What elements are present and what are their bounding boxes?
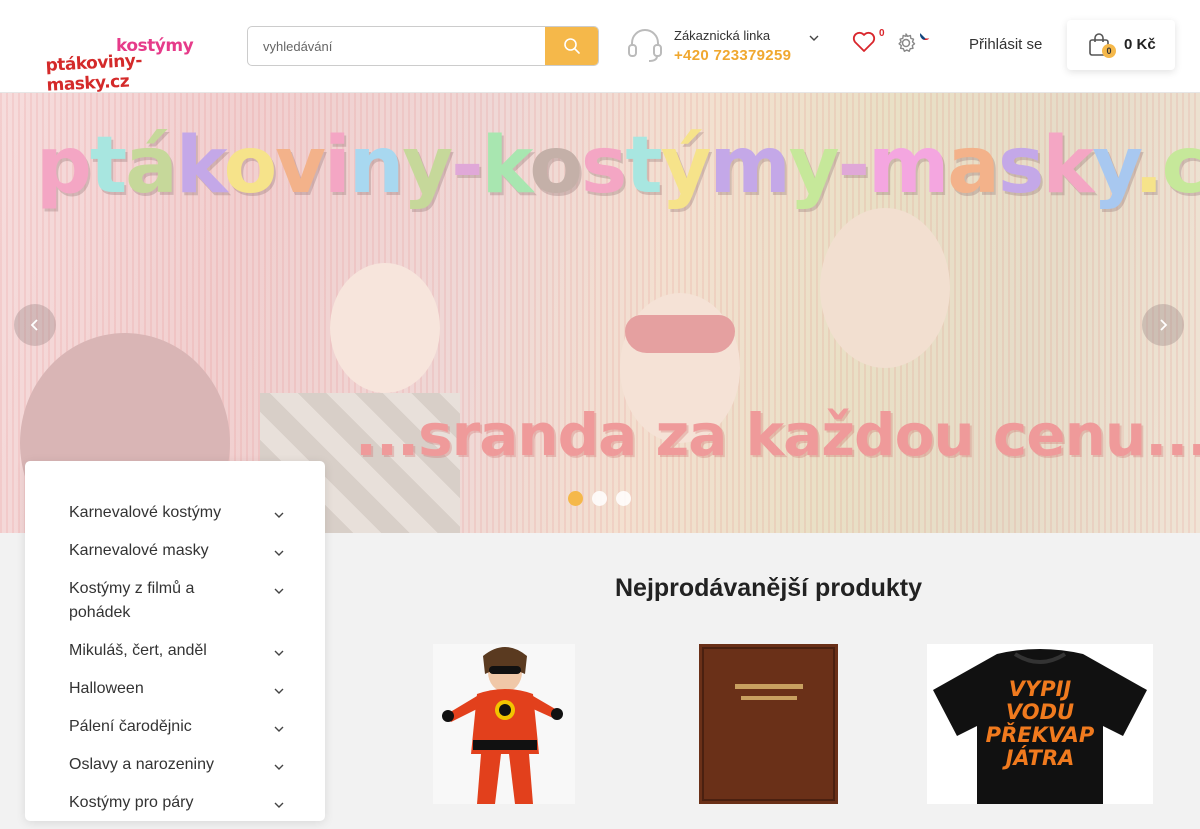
hero-title-letter: n bbox=[348, 121, 405, 211]
cart-total: 0 Kč bbox=[1124, 36, 1156, 53]
section-title: Nejprodávanější produkty bbox=[614, 574, 923, 602]
header: kostýmy ptákoviny-masky.cz Zákaznická li… bbox=[0, 0, 1200, 96]
category-item[interactable]: Oslavy a narozeniny bbox=[69, 753, 285, 791]
category-item[interactable]: Karnevalové masky bbox=[69, 539, 285, 577]
hero-title-letter: v bbox=[275, 121, 326, 211]
hero-title-letter: ý bbox=[660, 121, 712, 211]
tshirt-print-line: VODU bbox=[1005, 700, 1075, 724]
search-bar bbox=[247, 26, 599, 66]
hero-title-letter: k bbox=[1042, 121, 1094, 211]
hero-title-letter: p bbox=[36, 121, 92, 211]
tshirt-print-line: VYPIJ bbox=[1008, 677, 1072, 701]
product-card-costume[interactable] bbox=[433, 644, 575, 804]
wishlist-count: 0 bbox=[879, 28, 885, 39]
category-label: Oslavy a narozeniny bbox=[69, 756, 214, 773]
chevron-down-icon[interactable] bbox=[273, 799, 285, 811]
product-card-book[interactable] bbox=[699, 644, 838, 804]
tshirt-print-line: JÁTRA bbox=[1005, 746, 1075, 770]
category-item[interactable]: Kostýmy pro páry bbox=[69, 791, 285, 829]
hero-title-letter: y bbox=[788, 121, 840, 211]
category-item[interactable]: Mikuláš, čert, anděl bbox=[69, 639, 285, 677]
product-card-tshirt[interactable]: VYPIJ VODU PŘEKVAP JÁTRA bbox=[927, 644, 1153, 804]
wishlist-button[interactable]: 0 bbox=[852, 28, 885, 57]
category-item[interactable]: Kostýmy z filmů a pohádek bbox=[69, 577, 285, 639]
category-label: Pálení čarodějnic bbox=[69, 718, 192, 735]
tshirt-print-line: PŘEKVAP bbox=[985, 723, 1095, 747]
headset-icon bbox=[628, 29, 662, 62]
category-item[interactable]: Halloween bbox=[69, 677, 285, 715]
tshirt-print-text: VYPIJ VODU PŘEKVAP JÁTRA bbox=[927, 678, 1153, 770]
site-logo[interactable]: kostýmy ptákoviny-masky.cz bbox=[44, 36, 194, 96]
hero-title-letter: á bbox=[125, 121, 178, 211]
hero-title-letter: s bbox=[580, 121, 627, 211]
category-label: Halloween bbox=[69, 680, 144, 697]
slider-dot[interactable] bbox=[616, 491, 631, 506]
category-item[interactable]: Karnevalové kostýmy bbox=[69, 501, 285, 539]
hero-title-letter: t bbox=[89, 121, 127, 211]
hero-title-letter: a bbox=[947, 121, 1000, 211]
slider-dot[interactable] bbox=[568, 491, 583, 506]
chevron-down-icon[interactable] bbox=[273, 761, 285, 773]
category-label: Kostýmy z filmů a pohádek bbox=[69, 580, 195, 621]
chevron-down-icon[interactable] bbox=[273, 585, 285, 597]
chevron-down-icon[interactable] bbox=[273, 685, 285, 697]
product-image-leather-book bbox=[699, 644, 838, 804]
login-link[interactable]: Přihlásit se bbox=[969, 36, 1042, 53]
hero-title-letter: y bbox=[402, 121, 453, 211]
cart-count-badge: 0 bbox=[1102, 44, 1116, 58]
settings-button[interactable] bbox=[895, 32, 917, 58]
slider-next-button[interactable] bbox=[1142, 304, 1184, 346]
hero-title-letter: o bbox=[223, 121, 278, 211]
chevron-right-icon bbox=[1160, 319, 1168, 331]
category-label: Karnevalové masky bbox=[69, 542, 209, 559]
chevron-left-icon bbox=[30, 319, 38, 331]
slider-dot[interactable] bbox=[592, 491, 607, 506]
customer-support[interactable]: Zákaznická linka +420 723379259 bbox=[626, 26, 826, 66]
hero-title-letter: o bbox=[529, 121, 583, 211]
category-label: Karnevalové kostýmy bbox=[69, 504, 222, 521]
hero-title-letter: - bbox=[837, 121, 870, 211]
hero-title-letter: c bbox=[1161, 121, 1200, 211]
category-list: Karnevalové kostýmy Karnevalové masky Kost… bbox=[69, 501, 285, 829]
heart-icon bbox=[852, 31, 876, 52]
hero-person-man bbox=[820, 208, 950, 368]
cart-button[interactable]: 0 0 Kč bbox=[1067, 20, 1175, 70]
hero-title-letter: k bbox=[481, 121, 532, 211]
czech-flag-icon[interactable] bbox=[920, 29, 931, 40]
search-icon bbox=[563, 38, 580, 54]
search-button[interactable] bbox=[545, 27, 598, 65]
hero-title-letter: m bbox=[868, 121, 949, 211]
category-label: Kostýmy pro páry bbox=[69, 794, 194, 811]
hero-title-letter: t bbox=[625, 121, 662, 211]
chevron-down-icon[interactable] bbox=[808, 32, 820, 44]
category-sidebar: Karnevalové kostýmy Karnevalové masky Kost… bbox=[25, 461, 325, 821]
search-input[interactable] bbox=[248, 27, 547, 65]
category-item[interactable]: Pálení čarodějnic bbox=[69, 715, 285, 753]
logo-text-bottom: ptákoviny-masky.cz bbox=[45, 50, 143, 96]
hero-title-letter: - bbox=[451, 121, 483, 211]
product-grid: VYPIJ VODU PŘEKVAP JÁTRA bbox=[345, 644, 1200, 804]
hero-mask-shape bbox=[625, 315, 735, 353]
support-label: Zákaznická linka bbox=[674, 28, 771, 43]
hero-title-letter: k bbox=[175, 121, 226, 211]
slider-dots bbox=[568, 491, 631, 506]
chevron-down-icon[interactable] bbox=[273, 723, 285, 735]
hero-title: ptákoviny-kostýmy-masky.cz bbox=[36, 121, 1200, 211]
hero-title-letter: i bbox=[324, 121, 351, 211]
hero-person-girl bbox=[330, 263, 440, 393]
hero-title-letter: m bbox=[709, 121, 791, 211]
hero-slogan: ...sranda za každou cenu... bbox=[355, 401, 1200, 469]
category-label: Mikuláš, čert, anděl bbox=[69, 642, 207, 659]
chevron-down-icon[interactable] bbox=[273, 547, 285, 559]
gear-icon bbox=[898, 33, 916, 52]
chevron-down-icon[interactable] bbox=[273, 509, 285, 521]
hero-title-letter: s bbox=[997, 121, 1044, 211]
chevron-down-icon[interactable] bbox=[273, 647, 285, 659]
hero-title-letter: y bbox=[1092, 121, 1136, 211]
slider-prev-button[interactable] bbox=[14, 304, 56, 346]
product-image-incredibles-costume bbox=[442, 647, 563, 804]
hero-title-letter: . bbox=[1133, 121, 1164, 211]
support-phone[interactable]: +420 723379259 bbox=[674, 47, 791, 64]
